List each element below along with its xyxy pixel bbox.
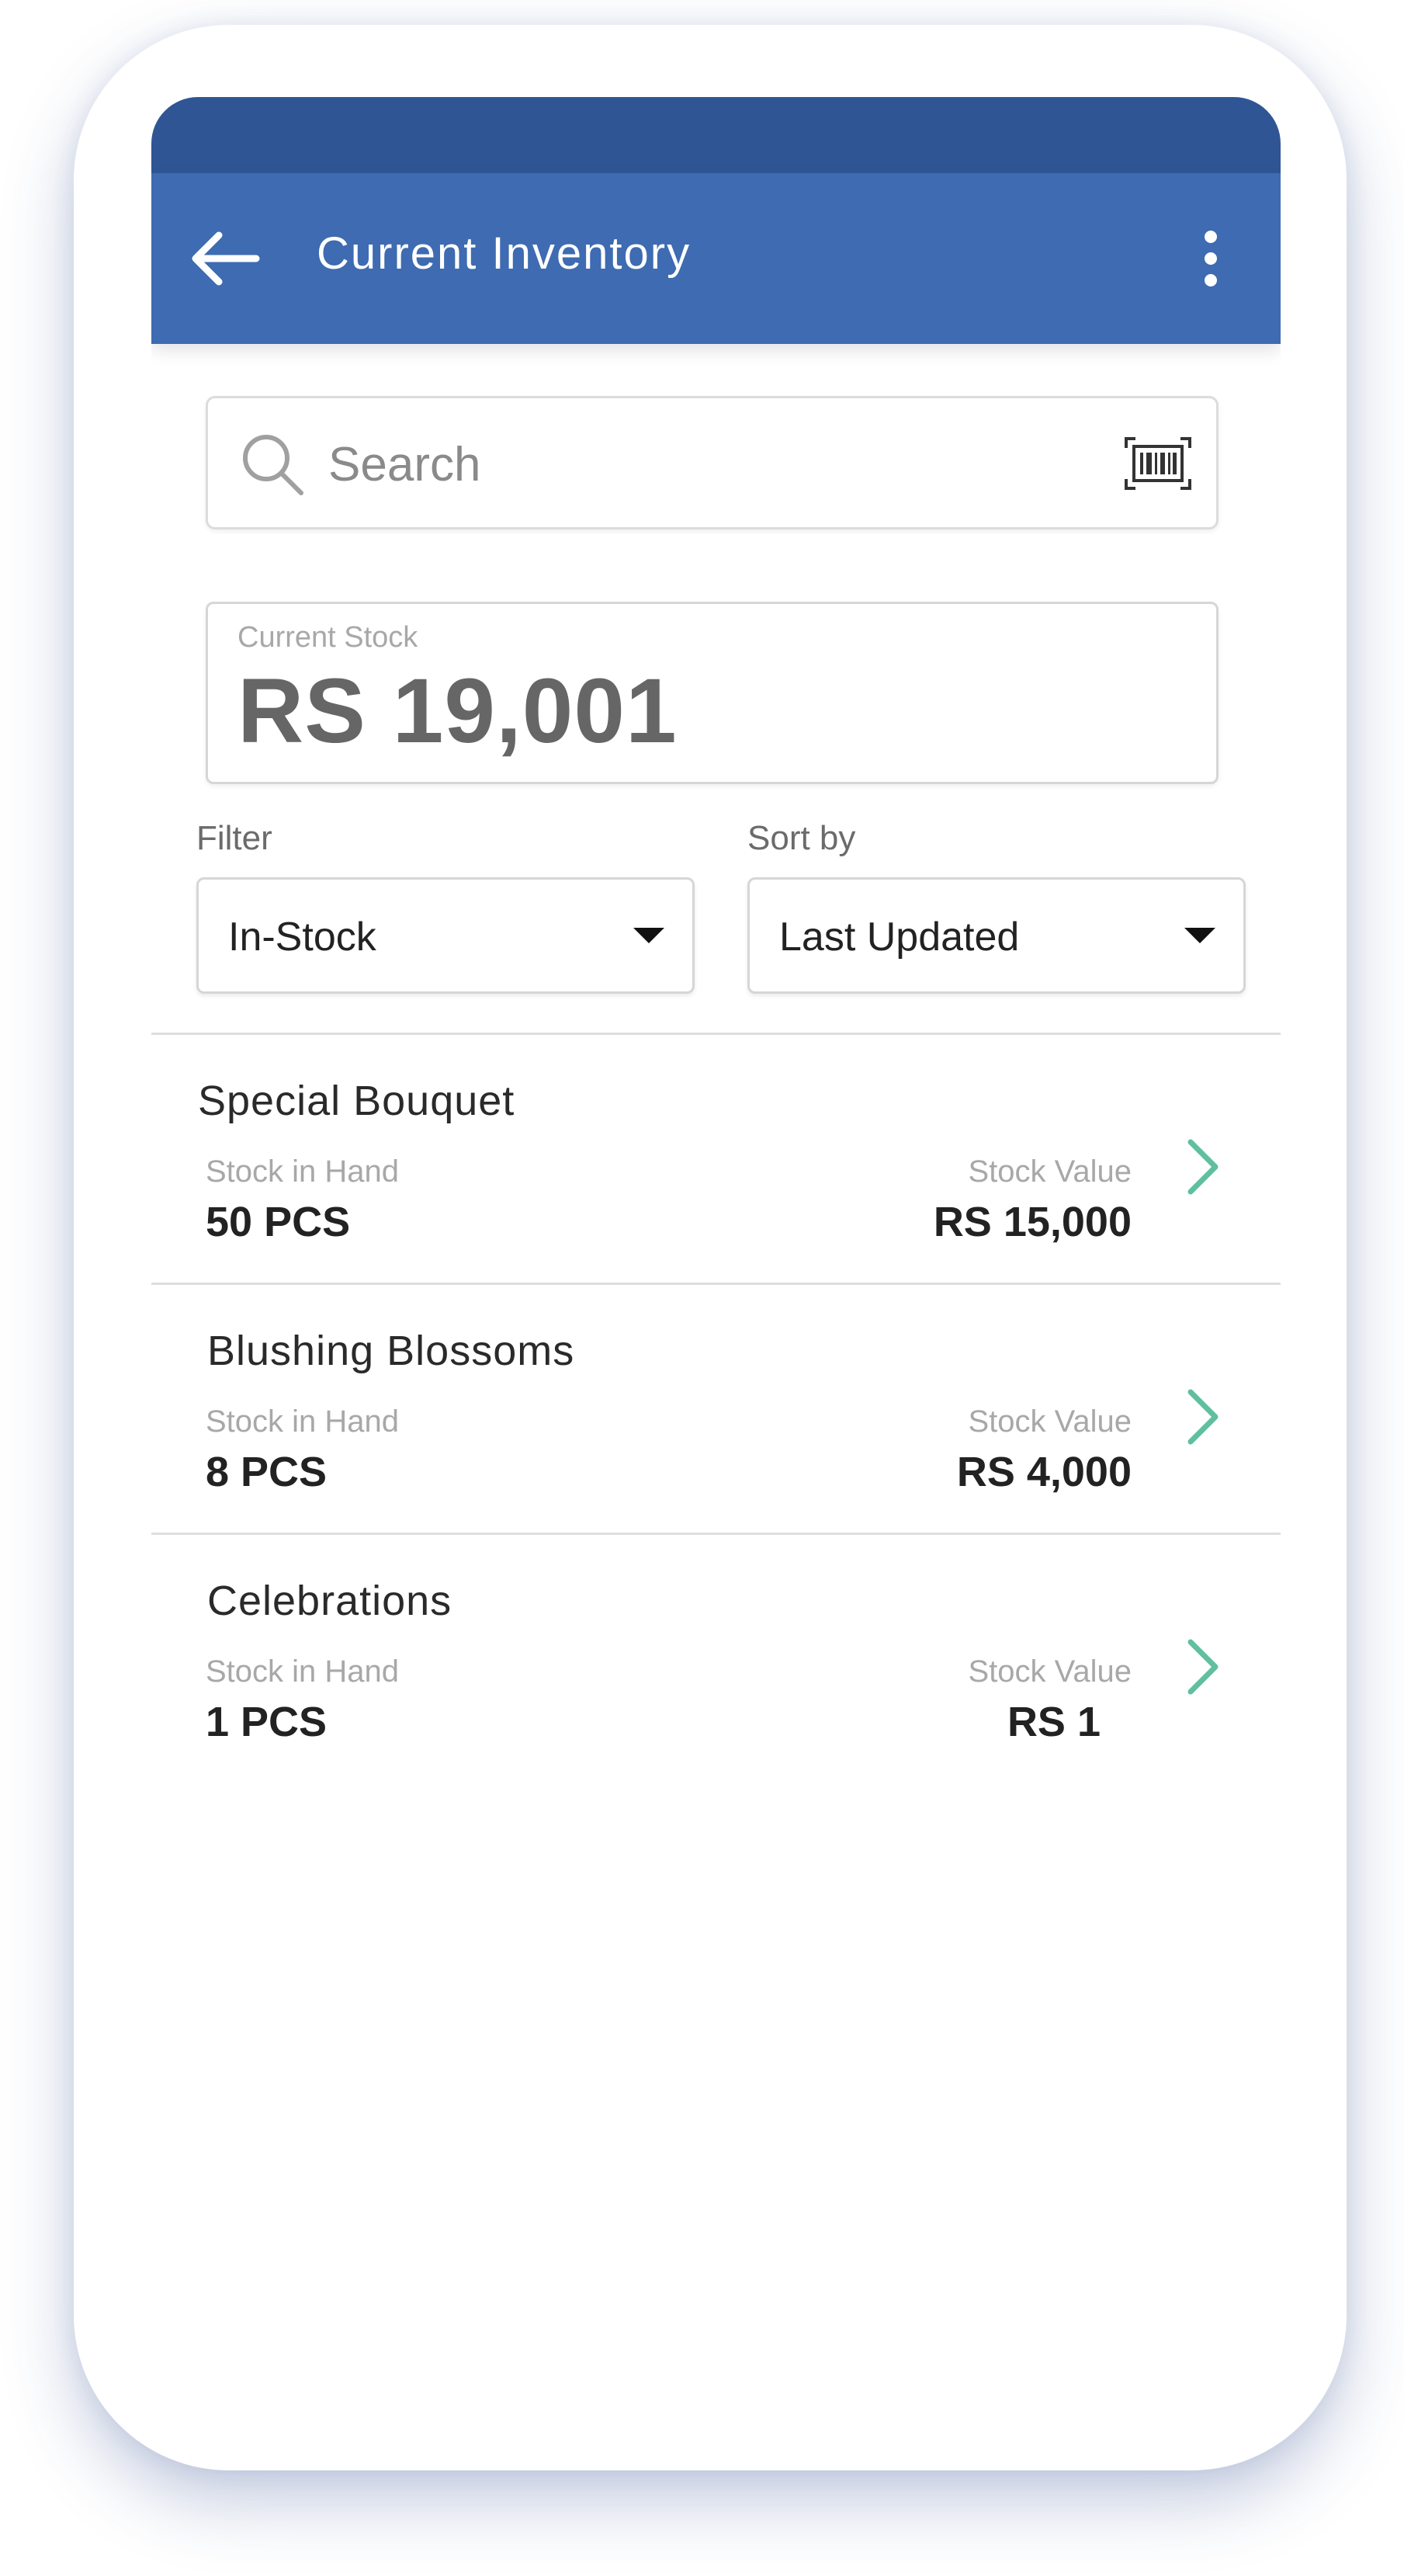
divider <box>151 1283 1281 1285</box>
filter-label: Filter <box>196 819 272 857</box>
inventory-list-item[interactable]: Special Bouquet Stock in Hand 50 PCS Sto… <box>151 1036 1281 1285</box>
barcode-scanner-icon[interactable] <box>1123 436 1193 491</box>
stock-value-value: RS 15,000 <box>933 1199 1132 1245</box>
chevron-right-icon[interactable] <box>1180 1386 1226 1448</box>
filter-dropdown[interactable]: In-Stock <box>196 877 695 994</box>
stock-value-value: RS 1 <box>1007 1699 1101 1745</box>
sort-label: Sort by <box>747 819 856 857</box>
app-bar: Current Inventory <box>151 173 1281 344</box>
more-options-button[interactable] <box>1180 220 1242 297</box>
current-stock-card: Current Stock RS 19,001 <box>206 602 1219 784</box>
item-name: Special Bouquet <box>198 1078 515 1124</box>
caret-down-icon <box>1184 928 1215 943</box>
inventory-list-item[interactable]: Celebrations Stock in Hand 1 PCS Stock V… <box>151 1536 1281 1785</box>
back-arrow-icon <box>192 231 260 286</box>
stock-in-hand-label: Stock in Hand <box>206 1404 400 1439</box>
page-title: Current Inventory <box>317 228 692 279</box>
caret-down-icon <box>633 928 664 943</box>
stock-in-hand-label: Stock in Hand <box>206 1654 400 1689</box>
current-stock-label: Current Stock <box>237 621 418 654</box>
stock-in-hand-label: Stock in Hand <box>206 1154 400 1189</box>
chevron-right-icon[interactable] <box>1180 1136 1226 1198</box>
stock-in-hand-value: 50 PCS <box>206 1199 351 1245</box>
stock-in-hand-value: 1 PCS <box>206 1699 328 1745</box>
app-screen: Current Inventory Search Current Stock R… <box>151 97 1281 2418</box>
status-bar <box>151 97 1281 173</box>
search-input[interactable] <box>328 429 1027 499</box>
item-name: Celebrations <box>207 1578 452 1624</box>
stock-value-label: Stock Value <box>968 1654 1132 1689</box>
divider <box>151 1533 1281 1535</box>
stock-value-label: Stock Value <box>968 1404 1132 1439</box>
current-stock-value: RS 19,001 <box>237 660 678 762</box>
divider <box>151 1033 1281 1035</box>
more-vertical-icon <box>1205 231 1217 243</box>
filter-selected-value: In-Stock <box>228 915 376 960</box>
sort-selected-value: Last Updated <box>779 915 1020 960</box>
stock-in-hand-value: 8 PCS <box>206 1449 328 1495</box>
inventory-list-item[interactable]: Blushing Blossoms Stock in Hand 8 PCS St… <box>151 1286 1281 1535</box>
search-icon <box>243 435 303 495</box>
search-box <box>206 396 1219 529</box>
sort-dropdown[interactable]: Last Updated <box>747 877 1246 994</box>
stock-value-value: RS 4,000 <box>956 1449 1132 1495</box>
page: Current Inventory Search Current Stock R… <box>0 0 1404 2576</box>
back-button[interactable] <box>182 216 268 301</box>
item-name: Blushing Blossoms <box>207 1328 575 1374</box>
chevron-right-icon[interactable] <box>1180 1636 1226 1698</box>
stock-value-label: Stock Value <box>968 1154 1132 1189</box>
